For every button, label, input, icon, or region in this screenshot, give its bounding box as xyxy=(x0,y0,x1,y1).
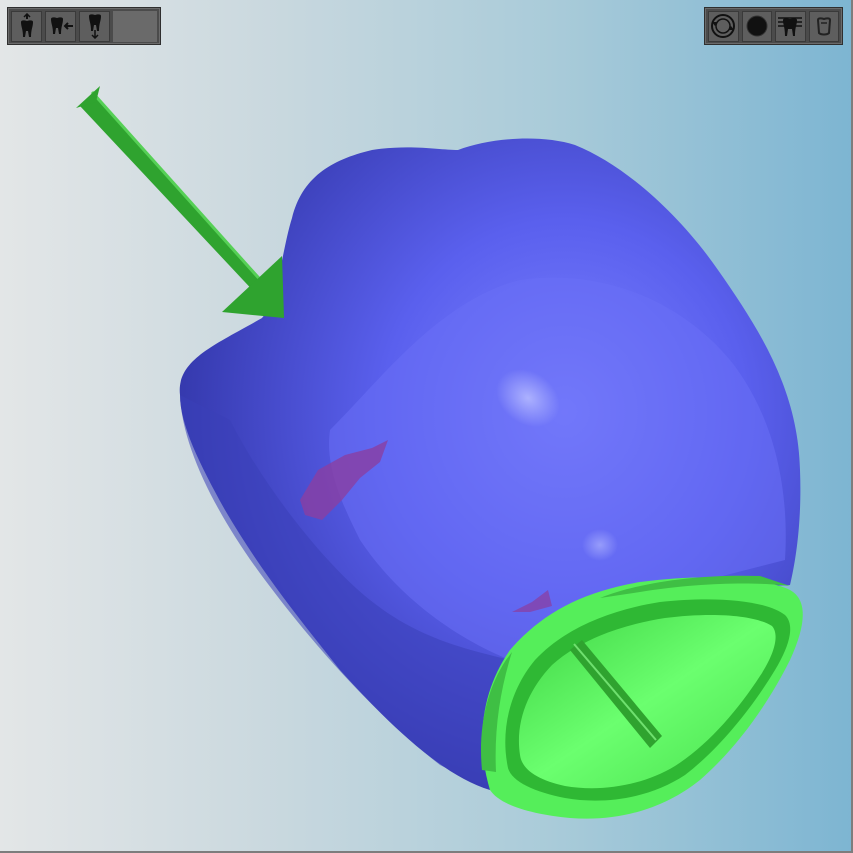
crown-view-button[interactable] xyxy=(808,10,839,42)
rotate-view-button[interactable] xyxy=(708,10,739,42)
3d-viewport[interactable] xyxy=(0,0,853,853)
rotate-view-icon xyxy=(711,14,736,38)
sphere-view-button[interactable] xyxy=(741,10,772,42)
toolbar-spacer xyxy=(113,10,157,42)
arch-view-button[interactable] xyxy=(775,10,806,42)
insertion-axis-button[interactable] xyxy=(11,10,42,42)
crown-highlight-2 xyxy=(582,529,618,561)
dental-arch-icon xyxy=(778,17,803,36)
tooth-direction-button[interactable] xyxy=(45,10,76,42)
tooth-move-vertical-icon xyxy=(88,14,101,39)
view-toolbar-left xyxy=(7,7,161,45)
tooth-arrow-left-icon xyxy=(50,17,73,34)
arrow-shaft-highlight xyxy=(90,90,266,286)
view-toolbar-right xyxy=(704,7,843,45)
tooth-insertion-axis-icon xyxy=(20,13,33,37)
arrow-shaft xyxy=(80,96,268,296)
crown-icon xyxy=(816,17,831,36)
sphere-icon xyxy=(746,15,768,37)
tooth-move-button[interactable] xyxy=(79,10,110,42)
crown-3d-model[interactable] xyxy=(0,0,853,853)
